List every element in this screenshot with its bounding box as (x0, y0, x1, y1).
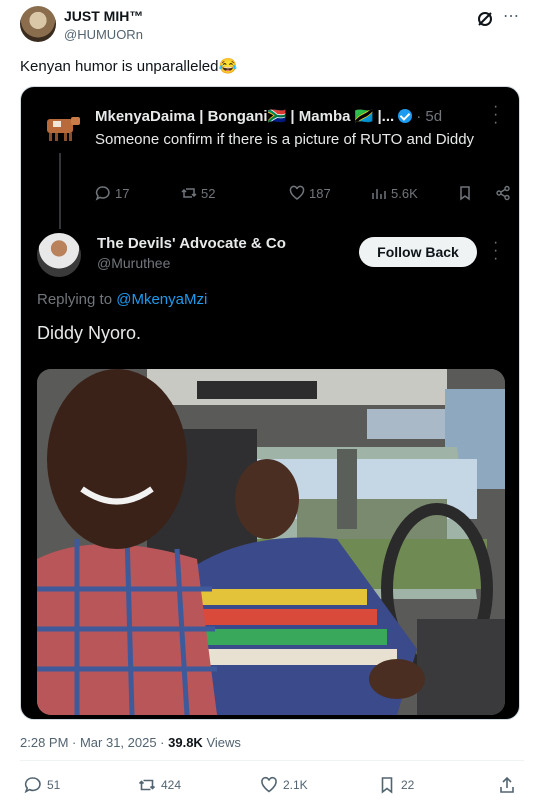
share-action[interactable] (495, 185, 511, 201)
quoted-time[interactable]: 5d (425, 108, 442, 125)
replying-to: Replying to @MkenyaMzi (37, 291, 207, 308)
reply-icon (24, 777, 41, 794)
divider (20, 760, 524, 761)
follow-back-button[interactable]: Follow Back (359, 237, 477, 267)
share-icon (496, 185, 510, 201)
views-icon (372, 189, 386, 199)
like-count: 187 (309, 185, 331, 201)
main-bookmark-action[interactable]: 22 (378, 776, 414, 794)
reply-avatar[interactable] (37, 233, 81, 277)
quoted-text: Someone confirm if there is a picture of… (95, 131, 475, 148)
views-action[interactable]: 5.6K (371, 185, 418, 201)
bookmark-icon (381, 777, 393, 794)
like-action[interactable]: 187 (289, 185, 331, 201)
author-avatar[interactable] (20, 6, 56, 42)
cow-avatar-icon[interactable] (41, 111, 83, 145)
views-count: 5.6K (391, 185, 418, 201)
share-icon (500, 776, 514, 793)
main-repost-action[interactable]: 424 (138, 776, 181, 794)
replying-prefix: Replying to (37, 291, 117, 308)
repost-icon (181, 188, 197, 198)
quoted-name[interactable]: MkenyaDaima | Bongani🇿🇦 | Mamba 🇹🇿 |... (95, 108, 394, 125)
bookmark-action[interactable] (457, 185, 473, 201)
main-repost-count: 424 (161, 778, 182, 792)
author-name[interactable]: JUST MIH™ (64, 8, 143, 24)
repost-count: 52 (201, 185, 216, 201)
views-label: Views (202, 735, 241, 750)
tweet-text: Kenyan humor is unparalleled😂 (20, 58, 238, 75)
quoted-actions: 17 52 187 5.6K (95, 185, 510, 205)
post-actions: 51 424 2.1K 22 (20, 776, 524, 796)
main-share-action[interactable] (498, 776, 516, 794)
main-like-action[interactable]: 2.1K (260, 776, 308, 794)
reply-count: 17 (115, 185, 130, 201)
reply-name[interactable]: The Devils' Advocate & Co (97, 235, 286, 252)
main-reply-count: 51 (47, 778, 61, 792)
verified-icon (398, 109, 413, 123)
heart-icon (261, 776, 277, 793)
main-reply-action[interactable]: 51 (24, 776, 60, 794)
post-timestamp[interactable]: 2:28 PM · Mar 31, 2025 · (20, 735, 168, 750)
view-count: 39.8K (168, 735, 203, 750)
quoted-header[interactable]: MkenyaDaima | Bongani🇿🇦 | Mamba 🇹🇿 |... ·… (95, 107, 442, 125)
reply-icon (95, 186, 110, 201)
quoted-more-icon[interactable]: · · · (493, 99, 498, 131)
grok-icon[interactable] (476, 10, 494, 28)
repost-icon (138, 779, 156, 791)
quoted-card[interactable]: MkenyaDaima | Bongani🇿🇦 | Mamba 🇹🇿 |... ·… (20, 86, 520, 720)
photo[interactable] (37, 369, 505, 715)
post-meta: 2:28 PM · Mar 31, 2025 · 39.8K Views (20, 735, 241, 750)
separator-dot: · (416, 108, 426, 125)
more-options-icon[interactable]: ⋯ (503, 6, 520, 26)
reply-text: Diddy Nyoro. (37, 323, 142, 343)
mention-link[interactable]: @MkenyaMzi (116, 291, 207, 308)
heart-icon (289, 185, 305, 200)
thread-line (59, 153, 61, 229)
reply-action[interactable]: 17 (95, 185, 129, 201)
car-selfie-image (37, 369, 505, 715)
main-bookmark-count: 22 (401, 778, 415, 792)
repost-action[interactable]: 52 (181, 185, 215, 201)
bookmark-icon (460, 186, 470, 201)
reply-more-icon[interactable]: · · · (493, 235, 498, 267)
author-handle[interactable]: @HUMUORn (64, 27, 143, 42)
reply-handle[interactable]: @Muruthee (97, 255, 170, 271)
main-like-count: 2.1K (283, 778, 308, 792)
